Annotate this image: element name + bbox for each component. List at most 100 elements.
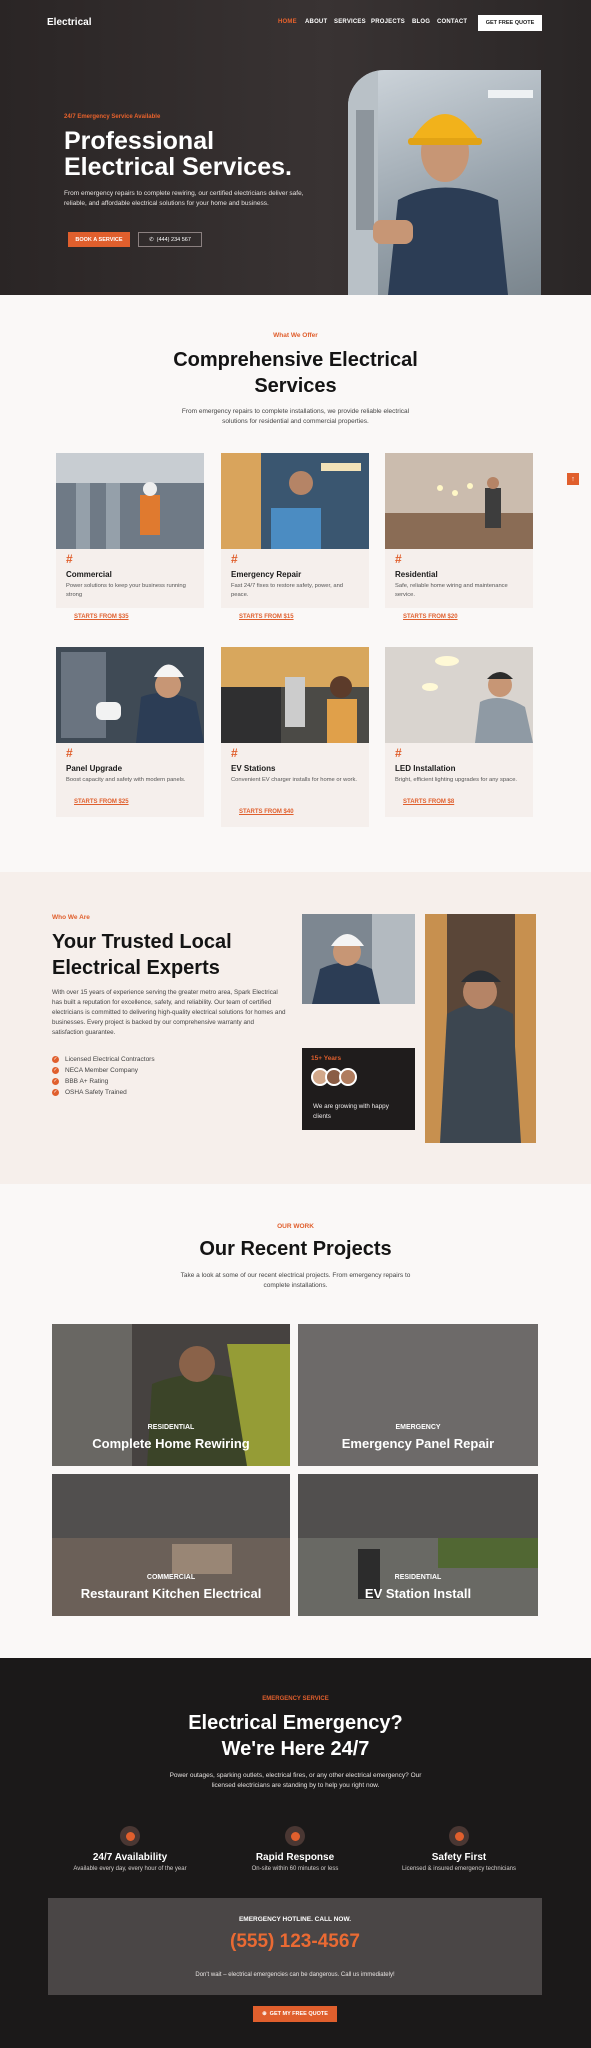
service-card-desc: Power solutions to keep your business ru… (66, 583, 186, 598)
service-card-ev-stations[interactable]: # EV Stations Convenient EV charger inst… (221, 647, 369, 827)
check-item: ✓ BBB A+ Rating (52, 1078, 109, 1085)
service-card-desc: Bright, efficient lighting upgrades for … (395, 777, 518, 783)
service-image-commercial (56, 453, 204, 549)
check-item: ✓ OSHA Safety Trained (52, 1089, 127, 1096)
about-title: Your Trusted Local Electrical Experts (52, 931, 232, 979)
nav-projects[interactable]: PROJECTS (371, 19, 405, 25)
check-icon: ✓ (52, 1078, 59, 1085)
feature-title: Safety First (431, 1852, 487, 1863)
project-title: Restaurant Kitchen Electrical (80, 1586, 262, 1601)
scroll-top-button[interactable]: ↑ (567, 473, 579, 485)
hero-electrician-photo (348, 70, 541, 295)
phone-button[interactable]: ✆ (444) 234 567 (138, 232, 202, 247)
hash-icon: # (66, 746, 73, 760)
services-description: From emergency repairs to complete insta… (181, 408, 410, 425)
project-card-ev-station[interactable]: RESIDENTIAL EV Station Install (298, 1474, 538, 1616)
service-card-title: Residential (395, 570, 438, 579)
client-avatars (311, 1068, 357, 1086)
about-section: Who We Are Your Trusted Local Electrical… (0, 872, 591, 1184)
project-category: RESIDENTIAL (394, 1574, 442, 1581)
logo[interactable]: Electrical (47, 17, 91, 28)
hash-icon: # (395, 552, 402, 566)
project-category: EMERGENCY (395, 1424, 441, 1431)
project-title: EV Station Install (364, 1586, 472, 1601)
service-card-emergency-repair[interactable]: # Emergency Repair Fast 24/7 fixes to re… (221, 453, 369, 620)
hotline-note: Don't wait – electrical emergencies can … (195, 1972, 395, 1978)
about-photo-2 (425, 914, 536, 1143)
service-card-title: EV Stations (231, 764, 276, 773)
service-image-panel (56, 647, 204, 743)
hero-eyebrow: 24/7 Emergency Service Available (64, 114, 161, 120)
service-card-price-link[interactable]: STARTS FROM $25 (74, 799, 129, 805)
service-card-title: Emergency Repair (231, 570, 302, 579)
check-item: ✓ Licensed Electrical Contractors (52, 1056, 155, 1063)
feature-title: Rapid Response (255, 1852, 335, 1863)
service-image-emergency (221, 453, 369, 549)
project-card-panel-repair[interactable]: EMERGENCY Emergency Panel Repair (298, 1324, 538, 1466)
hotline-label: EMERGENCY HOTLINE. CALL NOW. (238, 1916, 352, 1923)
project-title: Emergency Panel Repair (341, 1436, 495, 1451)
emergency-eyebrow: EMERGENCY SERVICE (262, 1696, 329, 1702)
free-quote-button[interactable]: ⊕ GET MY FREE QUOTE (253, 2006, 337, 2022)
project-title: Complete Home Rewiring (92, 1436, 250, 1451)
experience-badge: 15+ Years We are growing with happy clie… (302, 1048, 415, 1130)
book-service-button[interactable]: BOOK A SERVICE (68, 232, 130, 247)
service-image-residential (385, 453, 533, 549)
service-card-desc: Safe, reliable home wiring and maintenan… (395, 583, 508, 598)
check-icon: ✓ (52, 1089, 59, 1096)
chat-icon: ⊕ (262, 2011, 267, 2017)
clock-icon (285, 1826, 305, 1846)
badge-years: 15+ Years (311, 1055, 342, 1062)
phone-number: (444) 234 567 (156, 236, 191, 243)
hero-title: Professional Electrical Services. (64, 127, 292, 181)
project-category: COMMERCIAL (146, 1574, 196, 1581)
about-eyebrow: Who We Are (52, 914, 90, 921)
project-card-rewiring[interactable]: RESIDENTIAL Complete Home Rewiring (52, 1324, 290, 1466)
nav-blog[interactable]: BLOG (412, 19, 430, 25)
feature-sub: On-site within 60 minutes or less (251, 1866, 339, 1872)
get-free-quote-button[interactable]: GET FREE QUOTE (478, 15, 542, 31)
services-title: Comprehensive Electrical Services (173, 349, 418, 397)
service-card-commercial[interactable]: # Commercial Power solutions to keep you… (56, 453, 204, 620)
feature-sub: Licensed & insured emergency technicians (401, 1866, 517, 1872)
feature-title: 24/7 Availability (92, 1852, 168, 1863)
nav-about[interactable]: ABOUT (305, 19, 327, 25)
service-card-led-installation[interactable]: # LED Installation Bright, efficient lig… (385, 647, 533, 817)
project-card-kitchen[interactable]: COMMERCIAL Restaurant Kitchen Electrical (52, 1474, 290, 1616)
service-card-price-link[interactable]: STARTS FROM $20 (403, 614, 458, 620)
hash-icon: # (395, 746, 402, 760)
avatar (339, 1068, 357, 1086)
free-quote-label: GET MY FREE QUOTE (269, 2011, 328, 2017)
projects-description: Take a look at some of our recent electr… (180, 1272, 411, 1289)
service-image-ev (221, 647, 369, 743)
clock-icon (449, 1826, 469, 1846)
service-card-price-link[interactable]: STARTS FROM $8 (403, 799, 454, 805)
service-card-price-link[interactable]: STARTS FROM $35 (74, 614, 129, 620)
hotline-number[interactable]: (555) 123-4567 (48, 1931, 542, 1953)
phone-icon: ✆ (149, 236, 154, 243)
service-card-residential[interactable]: # Residential Safe, reliable home wiring… (385, 453, 533, 620)
service-card-desc: Convenient EV charger installs for home … (231, 777, 357, 783)
service-card-desc: Boost capacity and safety with modern pa… (66, 777, 186, 783)
service-card-title: Panel Upgrade (66, 764, 123, 773)
emergency-title: Electrical Emergency? We're Here 24/7 (188, 1712, 403, 1760)
nav-home[interactable]: HOME (278, 19, 297, 25)
service-card-panel-upgrade[interactable]: # Panel Upgrade Boost capacity and safet… (56, 647, 204, 817)
badge-text: We are growing with happy clients (313, 1103, 389, 1120)
nav-services[interactable]: SERVICES (334, 19, 366, 25)
services-eyebrow: What We Offer (273, 332, 318, 339)
emergency-description: Power outages, sparking outlets, electri… (169, 1772, 422, 1789)
check-icon: ✓ (52, 1067, 59, 1074)
service-card-title: Commercial (66, 570, 112, 579)
hero-section: Electrical HOME ABOUT SERVICES PROJECTS … (0, 0, 591, 295)
emergency-section: EMERGENCY SERVICE Electrical Emergency? … (0, 1658, 591, 2048)
hotline-box: EMERGENCY HOTLINE. CALL NOW. (555) 123-4… (48, 1898, 542, 1995)
projects-title: Our Recent Projects (199, 1238, 392, 1260)
service-card-title: LED Installation (395, 764, 456, 773)
clock-icon (120, 1826, 140, 1846)
service-card-price-link[interactable]: STARTS FROM $40 (239, 809, 294, 815)
service-card-price-link[interactable]: STARTS FROM $15 (239, 614, 294, 620)
project-category: RESIDENTIAL (147, 1424, 195, 1431)
nav-contact[interactable]: CONTACT (437, 19, 467, 25)
about-description: With over 15 years of experience serving… (52, 989, 286, 1036)
